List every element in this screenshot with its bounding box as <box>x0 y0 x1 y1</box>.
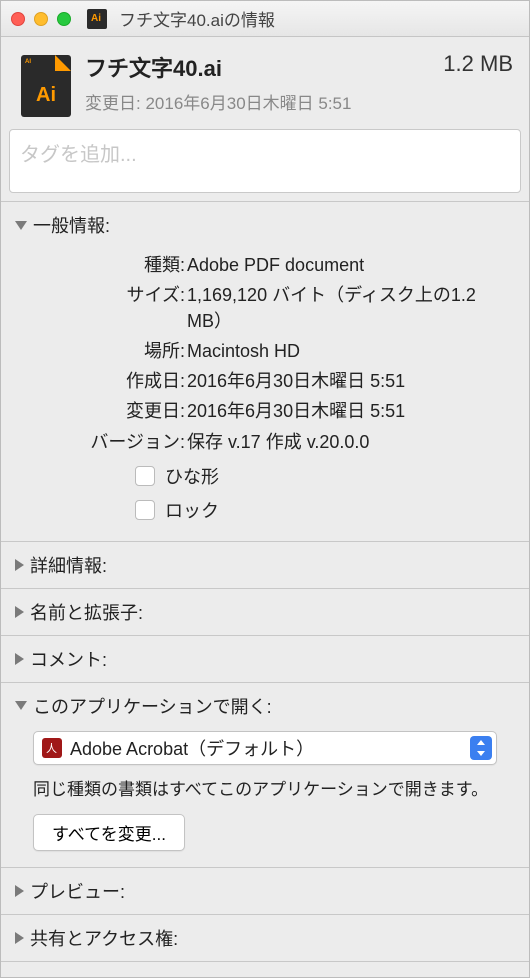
section-sharing-toggle[interactable]: 共有とアクセス権: <box>15 925 515 951</box>
section-open-with-toggle[interactable]: このアプリケーションで開く: <box>15 693 515 719</box>
disclosure-triangle-right-icon <box>15 559 24 571</box>
section-preview: プレビュー: <box>1 867 529 914</box>
disclosure-triangle-right-icon <box>15 653 24 665</box>
kind-value: Adobe PDF document <box>185 252 495 278</box>
minimize-icon[interactable] <box>34 12 48 26</box>
change-all-button[interactable]: すべてを変更... <box>33 814 185 851</box>
stationery-checkbox[interactable] <box>135 466 155 486</box>
created-label: 作成日: <box>55 368 185 394</box>
file-icon: AI Ai <box>21 55 71 117</box>
section-more-info: 詳細情報: <box>1 541 529 588</box>
locked-checkbox[interactable] <box>135 500 155 520</box>
acrobat-icon <box>42 738 62 758</box>
disclosure-triangle-right-icon <box>15 885 24 897</box>
tags-field[interactable]: タグを追加... <box>9 129 521 193</box>
section-name-ext-toggle[interactable]: 名前と拡張子: <box>15 599 515 625</box>
title-file-icon <box>87 9 107 29</box>
created-value: 2016年6月30日木曜日 5:51 <box>185 368 495 394</box>
where-label: 場所: <box>55 338 185 364</box>
disclosure-triangle-right-icon <box>15 932 24 944</box>
section-comments-toggle[interactable]: コメント: <box>15 646 515 672</box>
size-value: 1,169,120 バイト（ディスク上の1.2 MB） <box>185 282 495 334</box>
file-name: フチ文字40.ai <box>85 56 222 81</box>
modified-label: 変更日: <box>55 398 185 424</box>
open-with-dropdown[interactable]: Adobe Acrobat（デフォルト） <box>33 731 497 765</box>
disclosure-triangle-down-icon <box>15 221 27 230</box>
section-general: 一般情報: 種類: Adobe PDF document サイズ: 1,169,… <box>1 201 529 541</box>
file-modified: 変更日: 2016年6月30日木曜日 5:51 <box>85 89 513 114</box>
disclosure-triangle-down-icon <box>15 701 27 710</box>
section-name-ext: 名前と拡張子: <box>1 588 529 635</box>
file-header: AI Ai フチ文字40.ai 1.2 MB 変更日: 2016年6月30日木曜… <box>1 37 529 127</box>
section-open-with: このアプリケーションで開く: Adobe Acrobat（デフォルト） 同じ種類… <box>1 682 529 868</box>
modified-value: 2016年6月30日木曜日 5:51 <box>185 398 495 424</box>
section-more-info-toggle[interactable]: 詳細情報: <box>15 552 515 578</box>
stationery-label: ひな形 <box>165 463 219 489</box>
section-comments: コメント: <box>1 635 529 682</box>
where-value: Macintosh HD <box>185 338 495 364</box>
titlebar: フチ文字40.aiの情報 <box>1 1 529 37</box>
version-value: 保存 v.17 作成 v.20.0.0 <box>185 429 495 455</box>
disclosure-triangle-right-icon <box>15 606 24 618</box>
window-controls <box>11 12 71 26</box>
close-icon[interactable] <box>11 12 25 26</box>
kind-label: 種類: <box>55 252 185 278</box>
locked-label: ロック <box>165 497 219 523</box>
file-size: 1.2 MB <box>443 51 513 77</box>
size-label: サイズ: <box>55 282 185 334</box>
open-with-app: Adobe Acrobat（デフォルト） <box>70 735 470 761</box>
section-general-toggle[interactable]: 一般情報: <box>15 212 515 238</box>
dropdown-arrows-icon <box>470 736 492 760</box>
zoom-icon[interactable] <box>57 12 71 26</box>
window-title: フチ文字40.aiの情報 <box>119 6 275 31</box>
version-label: バージョン: <box>55 429 185 455</box>
tags-placeholder: タグを追加... <box>20 138 510 167</box>
open-with-description: 同じ種類の書類はすべてこのアプリケーションで開きます。 <box>33 777 497 803</box>
section-sharing: 共有とアクセス権: <box>1 914 529 962</box>
section-preview-toggle[interactable]: プレビュー: <box>15 878 515 904</box>
